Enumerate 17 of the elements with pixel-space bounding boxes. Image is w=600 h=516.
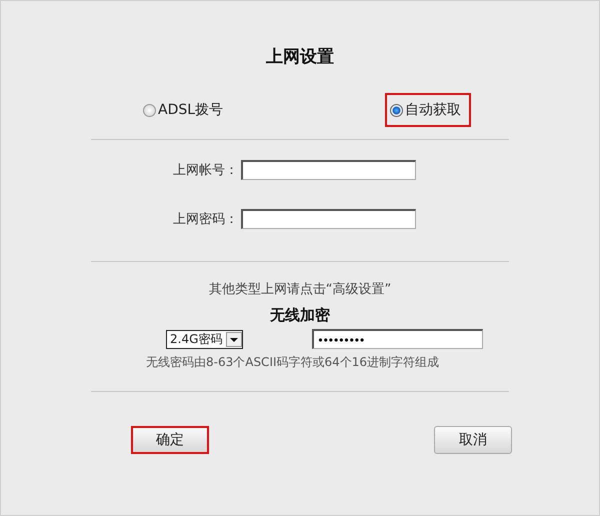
page-title: 上网设置 — [265, 46, 335, 69]
band-dropdown[interactable]: 2.4G密码 — [166, 330, 244, 348]
dialog-button[interactable]: 取消 — [434, 426, 512, 454]
caret-icon — [226, 332, 242, 346]
password-field[interactable]: ••••••••• — [312, 329, 484, 349]
dialog-button[interactable]: 确定 — [131, 426, 209, 454]
hint-text: 其他类型上网请点击“高级设置” — [208, 281, 392, 298]
field-label: 上网帐号： — [173, 162, 239, 179]
password-note: 无线密码由8-63个ASCII码字符或64个16进制字符组成 — [145, 354, 440, 371]
radio-icon — [143, 104, 156, 116]
radio-icon — [390, 104, 403, 116]
input-field[interactable] — [241, 160, 416, 180]
input-field[interactable] — [241, 209, 416, 229]
radio-option[interactable]: 自动获取 — [385, 93, 471, 127]
field-label: 上网密码： — [173, 211, 239, 228]
section-heading: 无线加密 — [268, 306, 331, 325]
radio-option[interactable]: ADSL拨号 — [138, 93, 234, 127]
